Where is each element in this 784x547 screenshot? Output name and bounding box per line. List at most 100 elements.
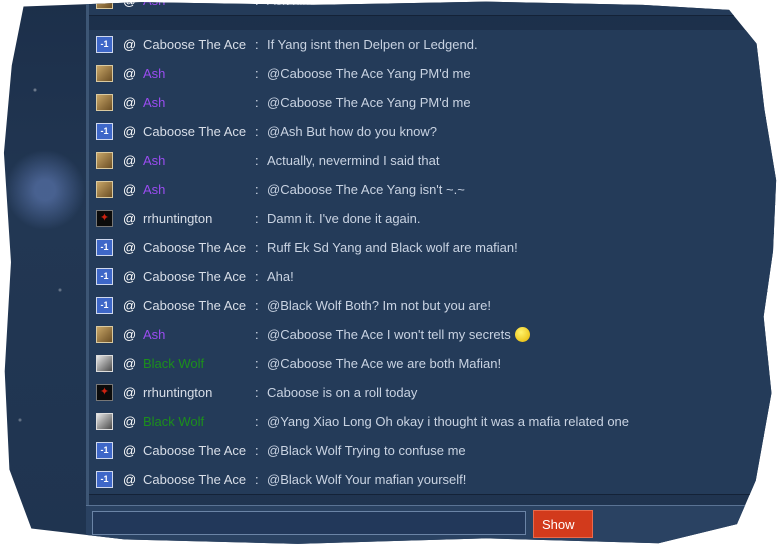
ash-avatar-icon[interactable] xyxy=(96,65,113,82)
message-text-content: @Caboose The Ace I won't tell my secrets xyxy=(267,327,511,342)
ace-avatar-icon[interactable]: -1 xyxy=(96,297,113,314)
chat-window-background: @ Ash : Ask him -1 @ Caboose The Ace : I… xyxy=(3,0,777,544)
separator: : xyxy=(255,298,259,313)
username[interactable]: Caboose The Ace xyxy=(143,298,246,313)
username[interactable]: Ash xyxy=(143,327,165,342)
username[interactable]: Ash xyxy=(143,153,165,168)
chat-message-row: @ Ash : @Caboose The Ace Yang isn't ~.~ xyxy=(89,175,777,205)
mention-icon[interactable]: @ xyxy=(123,356,136,371)
username[interactable]: Ash xyxy=(143,95,165,110)
mention-icon[interactable]: @ xyxy=(123,240,136,255)
username[interactable]: Caboose The Ace xyxy=(143,240,246,255)
username[interactable]: Caboose The Ace xyxy=(143,124,246,139)
chat-message-row: @ Ash : @Caboose The Ace Yang PM'd me xyxy=(89,59,777,89)
username[interactable]: rrhuntington xyxy=(143,385,212,400)
chat-message-row: -1 @ Caboose The Ace : @Black Wolf Your … xyxy=(89,465,777,495)
separator: : xyxy=(255,66,259,81)
black-wolf-avatar-icon[interactable] xyxy=(96,413,113,430)
separator: : xyxy=(255,356,259,371)
message-text: @Caboose The Ace we are both Mafian! xyxy=(267,356,502,371)
mention-icon[interactable]: @ xyxy=(123,211,136,226)
chat-message-row: ✦ @ rrhuntington : Caboose is on a roll … xyxy=(89,378,777,408)
separator: : xyxy=(255,327,259,342)
mention-icon[interactable]: @ xyxy=(123,95,136,110)
ace-avatar-icon[interactable]: -1 xyxy=(96,239,113,256)
chat-message-row: @ Ash : Actually, nevermind I said that xyxy=(89,146,777,176)
rrhuntington-avatar-icon[interactable]: ✦ xyxy=(96,210,113,227)
separator: : xyxy=(255,182,259,197)
username[interactable]: Black Wolf xyxy=(143,356,204,371)
username[interactable]: Ash xyxy=(143,2,165,8)
ash-avatar-icon[interactable] xyxy=(96,181,113,198)
show-button[interactable]: Show xyxy=(533,510,593,538)
chat-message-list[interactable]: @ Ash : Ask him -1 @ Caboose The Ace : I… xyxy=(86,0,777,505)
separator: : xyxy=(255,472,259,487)
username[interactable]: Caboose The Ace xyxy=(143,37,246,52)
message-text: Ruff Ek Sd Yang and Black wolf are mafia… xyxy=(267,240,518,255)
mention-icon[interactable]: @ xyxy=(123,414,136,429)
mention-icon[interactable]: @ xyxy=(123,327,136,342)
username[interactable]: Caboose The Ace xyxy=(143,443,246,458)
message-text: @Caboose The Ace Yang PM'd me xyxy=(267,66,471,81)
chat-message-row: -1 @ Caboose The Ace : @Ash But how do y… xyxy=(89,117,777,147)
message-text: Ask him xyxy=(267,0,314,8)
mention-icon[interactable]: @ xyxy=(123,443,136,458)
ace-avatar-icon[interactable]: -1 xyxy=(96,36,113,53)
mention-icon[interactable]: @ xyxy=(123,182,136,197)
separator: : xyxy=(255,269,259,284)
username[interactable]: Black Wolf xyxy=(143,414,204,429)
ace-avatar-icon[interactable]: -1 xyxy=(96,123,113,140)
black-wolf-avatar-icon[interactable] xyxy=(96,355,113,372)
username[interactable]: Ash xyxy=(143,66,165,81)
mention-icon[interactable]: @ xyxy=(123,298,136,313)
separator: : xyxy=(255,0,259,8)
rrhuntington-avatar-icon[interactable]: ✦ xyxy=(96,384,113,401)
separator: : xyxy=(255,95,259,110)
ash-avatar-icon[interactable] xyxy=(96,1,113,9)
ace-avatar-icon[interactable]: -1 xyxy=(96,471,113,488)
message-text: @Black Wolf Both? Im not but you are! xyxy=(267,298,491,313)
wink-smiley-icon xyxy=(514,327,530,342)
chat-message-row: -1 @ Caboose The Ace : If Yang isnt then… xyxy=(89,30,777,60)
mention-icon[interactable]: @ xyxy=(123,124,136,139)
chat-message-input[interactable] xyxy=(92,511,526,535)
mention-icon[interactable]: @ xyxy=(123,472,136,487)
message-text: @Caboose The Ace Yang isn't ~.~ xyxy=(267,182,465,197)
separator: : xyxy=(255,240,259,255)
ash-avatar-icon[interactable] xyxy=(96,94,113,111)
separator: : xyxy=(255,414,259,429)
separator: : xyxy=(255,153,259,168)
mention-icon[interactable]: @ xyxy=(123,37,136,52)
message-text: @Yang Xiao Long Oh okay i thought it was… xyxy=(267,414,630,429)
separator: : xyxy=(255,385,259,400)
message-text: If Yang isnt then Delpen or Ledgend. xyxy=(267,37,478,52)
username[interactable]: Caboose The Ace xyxy=(143,269,246,284)
username[interactable]: Ash xyxy=(143,182,165,197)
username[interactable]: rrhuntington xyxy=(143,211,212,226)
separator: : xyxy=(255,211,259,226)
chat-message-row: @ Ash : @Caboose The Ace I won't tell my… xyxy=(89,320,777,350)
username[interactable]: Caboose The Ace xyxy=(143,472,246,487)
chat-message-row: -1 @ Caboose The Ace : Aha! xyxy=(89,262,777,292)
message-text: Damn it. I've done it again. xyxy=(267,211,421,226)
mention-icon[interactable]: @ xyxy=(123,385,136,400)
mention-icon[interactable]: @ xyxy=(123,269,136,284)
chat-message-row: @ Black Wolf : @Caboose The Ace we are b… xyxy=(89,349,777,379)
message-text: @Caboose The Ace Yang PM'd me xyxy=(267,95,471,110)
mention-icon[interactable]: @ xyxy=(123,2,136,8)
message-text: @Caboose The Ace I won't tell my secrets xyxy=(267,327,530,342)
message-text: @Black Wolf Trying to confuse me xyxy=(267,443,466,458)
ash-avatar-icon[interactable] xyxy=(96,326,113,343)
message-text: @Ash But how do you know? xyxy=(267,124,438,139)
mention-icon[interactable]: @ xyxy=(123,153,136,168)
ash-avatar-icon[interactable] xyxy=(96,152,113,169)
separator: : xyxy=(255,37,259,52)
separator: : xyxy=(255,443,259,458)
ace-avatar-icon[interactable]: -1 xyxy=(96,442,113,459)
message-text: Caboose is on a roll today xyxy=(267,385,418,400)
chat-message-row: -1 @ Caboose The Ace : Ruff Ek Sd Yang a… xyxy=(89,233,777,263)
chat-message-row: @ Ash : @Caboose The Ace Yang PM'd me xyxy=(89,88,777,118)
mention-icon[interactable]: @ xyxy=(123,66,136,81)
ace-avatar-icon[interactable]: -1 xyxy=(96,268,113,285)
separator: : xyxy=(255,124,259,139)
